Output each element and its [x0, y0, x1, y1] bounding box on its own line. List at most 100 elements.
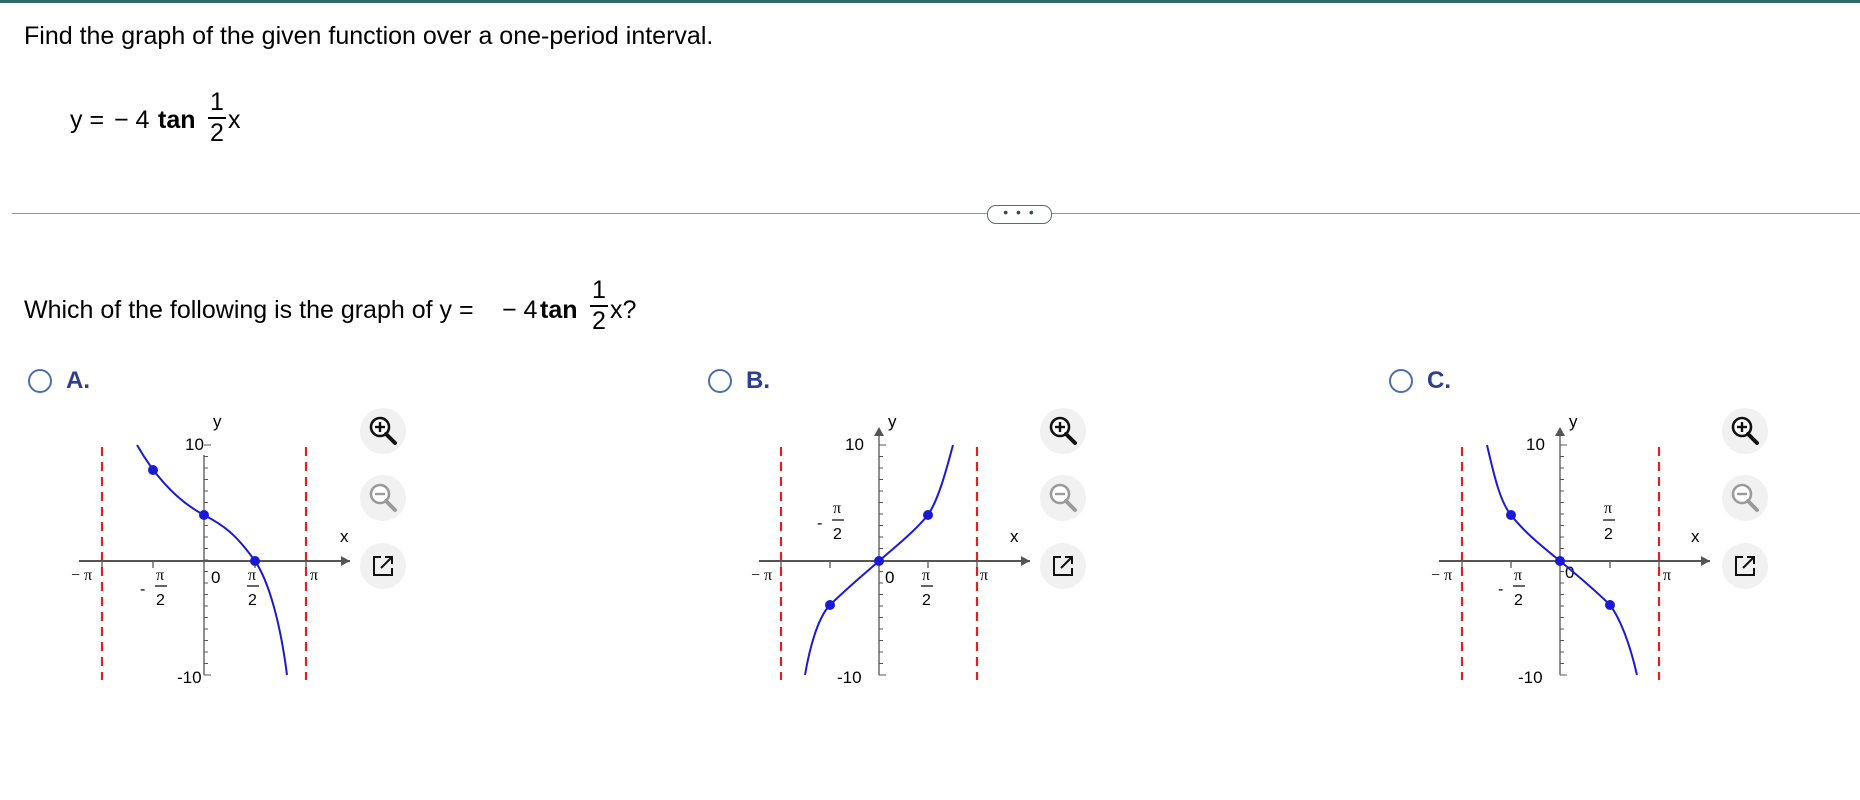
svg-text:2: 2: [1514, 592, 1523, 609]
open-in-new-window-icon: [1735, 556, 1755, 576]
graph-a: 10 -10 y x 0 − π π π 2 - π 2: [71, 412, 350, 687]
graph-a-pi: π: [310, 567, 318, 584]
graph-a-point-2: [199, 510, 209, 520]
which-prefix: Which of the following is the graph of y…: [24, 296, 474, 324]
graph-a-ytop: 10: [185, 435, 204, 454]
function-fraction: 1 2: [208, 90, 226, 146]
section-divider: [12, 213, 1860, 214]
function-coef: − 4: [114, 106, 150, 134]
graph-b-ytop: 10: [845, 435, 864, 454]
radio-a[interactable]: [28, 369, 52, 393]
svg-text:2: 2: [922, 592, 931, 609]
radio-b[interactable]: [708, 369, 732, 393]
graph-b-neg-half-pi-label: π 2 -: [817, 500, 844, 543]
graph-b: 10 -10 y x 0 − π π π 2 - π 2: [751, 412, 1030, 687]
fraction-numerator: 1: [210, 88, 224, 116]
svg-text:-: -: [140, 581, 145, 598]
graph-c: 10 -10 y x 0 − π π π 2 - π 2: [1431, 412, 1710, 687]
function-expression: y = − 4 tan 1 2 x: [70, 90, 330, 162]
graph-b-xlabel: x: [1010, 527, 1019, 546]
graph-c-half-pi-label: π 2: [1603, 500, 1615, 543]
graph-b-point-2: [874, 556, 884, 566]
zoom-in-icon: [1731, 416, 1759, 445]
function-variable: x: [228, 106, 241, 134]
svg-text:π: π: [1604, 500, 1612, 517]
open-in-new-window-icon: [1053, 556, 1073, 576]
which-func: tan: [540, 296, 578, 324]
graph-c-zoom-out-button[interactable]: [1722, 475, 1768, 521]
svg-text:2: 2: [248, 592, 257, 609]
graph-b-neg-pi: − π: [751, 567, 772, 584]
graph-a-half-pi-label: π 2: [247, 567, 259, 609]
which-fraction: 1 2: [590, 278, 608, 334]
option-c-label: C.: [1427, 367, 1451, 394]
graph-c-ybot: -10: [1518, 668, 1543, 687]
function-lhs: y =: [70, 106, 105, 134]
graph-c-point-1: [1506, 510, 1516, 520]
graph-c-pi: π: [1663, 567, 1671, 584]
graph-a-xlabel: x: [340, 527, 349, 546]
graph-a-ylabel: y: [213, 412, 222, 431]
graph-a-axes: [79, 455, 350, 675]
graph-b-zoom-in-button[interactable]: [1040, 408, 1086, 454]
graph-b-zoom-out-button[interactable]: [1040, 475, 1086, 521]
graph-a-neg-half-pi-label: π 2 -: [140, 567, 167, 609]
graph-c-zoom-in-button[interactable]: [1722, 408, 1768, 454]
fraction-numerator: 1: [592, 276, 606, 304]
graph-c-xlabel: x: [1691, 527, 1700, 546]
option-c[interactable]: C.: [1389, 367, 1451, 395]
graph-a-popout-button[interactable]: [360, 543, 406, 589]
option-a-label: A.: [66, 367, 90, 394]
question-prompt: Find the graph of the given function ove…: [24, 22, 714, 50]
svg-text:π: π: [833, 500, 841, 517]
graph-b-ybot: -10: [837, 668, 862, 687]
top-border: [0, 0, 1860, 3]
graph-c-point-2: [1555, 556, 1565, 566]
graph-b-ylabel: y: [888, 412, 897, 431]
graph-c-neg-half-pi-label: π 2 -: [1498, 567, 1525, 609]
graph-a-zero: 0: [211, 568, 220, 587]
zoom-out-icon: [369, 483, 397, 512]
graph-b-point-3: [923, 510, 933, 520]
graph-c-ytop: 10: [1526, 435, 1545, 454]
option-b[interactable]: B.: [708, 367, 770, 395]
which-coef: − 4: [502, 296, 538, 324]
which-suffix: x?: [610, 296, 637, 324]
svg-text:-: -: [817, 515, 822, 532]
graph-b-pi: π: [980, 567, 988, 584]
zoom-out-icon: [1049, 483, 1077, 512]
graph-c-point-3: [1605, 600, 1615, 610]
graph-a-ybot: -10: [177, 668, 202, 687]
svg-text:π: π: [156, 567, 164, 584]
question-which: Which of the following is the graph of y…: [24, 278, 704, 348]
graph-c-neg-pi: − π: [1431, 567, 1452, 584]
fraction-denominator: 2: [592, 307, 606, 335]
open-in-new-window-icon: [373, 556, 393, 576]
option-b-label: B.: [746, 367, 770, 394]
svg-text:2: 2: [833, 526, 842, 543]
graph-b-zero: 0: [885, 568, 894, 587]
graph-b-half-pi-label: π 2: [921, 567, 933, 609]
svg-text:2: 2: [1604, 526, 1613, 543]
radio-c[interactable]: [1389, 369, 1413, 393]
svg-text:π: π: [922, 567, 930, 584]
graph-a-zoom-out-button[interactable]: [360, 475, 406, 521]
graph-b-point-1: [825, 600, 835, 610]
zoom-in-icon: [1049, 416, 1077, 445]
graph-c-popout-button[interactable]: [1722, 543, 1768, 589]
svg-text:2: 2: [156, 592, 165, 609]
svg-text:π: π: [248, 567, 256, 584]
graph-a-point-1: [148, 465, 158, 475]
fraction-denominator: 2: [210, 119, 224, 147]
zoom-in-icon: [369, 416, 397, 445]
zoom-out-icon: [1731, 483, 1759, 512]
svg-text:π: π: [1514, 567, 1522, 584]
more-button[interactable]: • • •: [987, 205, 1052, 224]
graph-a-neg-pi: − π: [71, 567, 92, 584]
graph-b-popout-button[interactable]: [1040, 543, 1086, 589]
graph-a-point-3: [250, 556, 260, 566]
option-a[interactable]: A.: [28, 367, 90, 395]
graph-b-axes: [759, 427, 1030, 675]
graph-a-zoom-in-button[interactable]: [360, 408, 406, 454]
graph-c-ylabel: y: [1569, 412, 1578, 431]
